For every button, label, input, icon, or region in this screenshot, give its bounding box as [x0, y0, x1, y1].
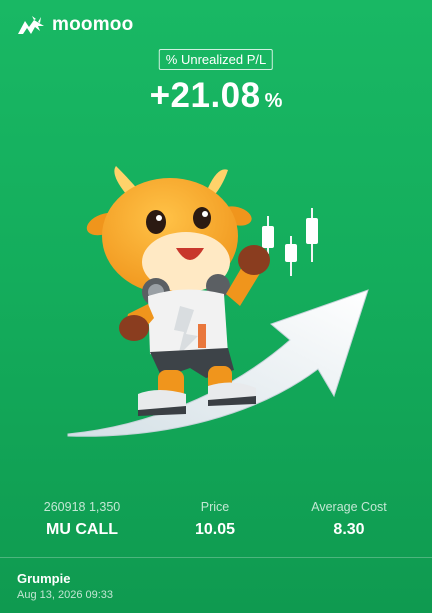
stat-average-cost: Average Cost 8.30: [284, 499, 414, 539]
pl-number: +21.08: [149, 76, 261, 115]
bull-mascot-illustration: [67, 166, 369, 437]
contract-value: MU CALL: [46, 521, 118, 538]
stat-price: Price 10.05: [150, 499, 280, 539]
brand-name: moomoo: [52, 14, 134, 35]
unrealized-pl-label: % Unrealized P/L: [158, 49, 274, 70]
bull-logo-icon: [18, 16, 44, 34]
average-cost-label: Average Cost: [311, 500, 387, 514]
price-label: Price: [200, 500, 230, 514]
contract-label: 260918 1,350: [43, 500, 121, 514]
brand-header: moomoo: [16, 14, 133, 36]
average-cost-value: 8.30: [333, 521, 365, 538]
price-value: 10.05: [194, 521, 236, 538]
footer: Grumpie Aug 13, 2026 09:33: [17, 571, 113, 602]
pl-unit: %: [264, 90, 283, 112]
stat-contract: 260918 1,350 MU CALL: [17, 499, 147, 539]
position-stats: 260918 1,350 MU CALL Price 10.05 Average…: [0, 499, 432, 545]
unrealized-pl-value: +21.08%: [0, 76, 432, 116]
timestamp: Aug 13, 2026 09:33: [17, 589, 114, 601]
candlestick-icon: [262, 208, 318, 276]
user-name: Grumpie: [17, 571, 71, 586]
share-card: moomoo % Unrealized P/L +21.08% 260918 1…: [0, 0, 432, 613]
divider: [0, 557, 432, 558]
